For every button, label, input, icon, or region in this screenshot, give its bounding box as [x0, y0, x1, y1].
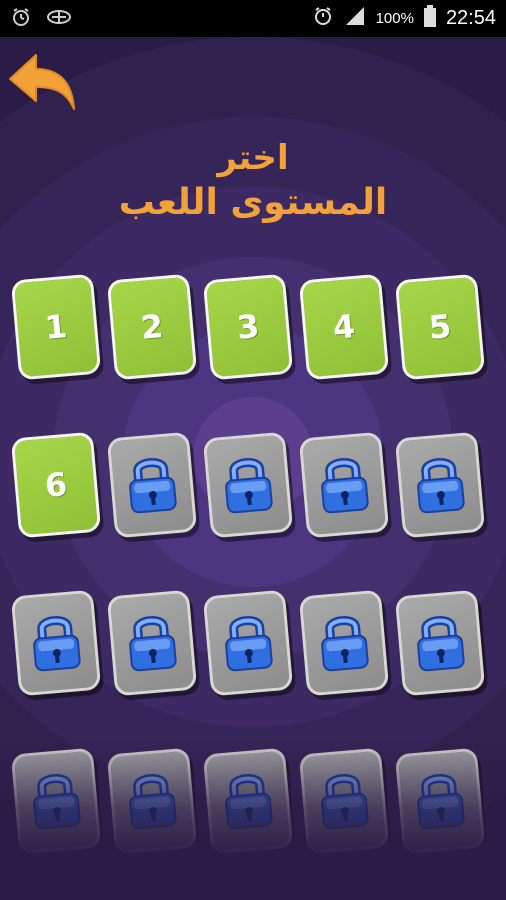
level-tile-6[interactable]: 6 [10, 431, 102, 539]
level-tile-5[interactable]: 5 [394, 273, 486, 381]
clock-time: 22:54 [445, 7, 496, 29]
level-tile-locked[interactable] [394, 589, 486, 697]
lock-icon [122, 608, 182, 678]
lock-icon [314, 608, 374, 678]
level-tile-locked[interactable] [10, 589, 102, 697]
lock-icon [26, 766, 86, 836]
lock-icon [218, 608, 278, 678]
lock-icon [410, 608, 470, 678]
level-tile-locked[interactable] [394, 431, 486, 539]
level-select-screen: اختر المستوى اللعب 1 2 3 4 5 6 [0, 37, 506, 900]
level-tile-locked[interactable] [202, 589, 294, 697]
back-button[interactable] [6, 45, 78, 117]
level-tile-locked[interactable] [106, 431, 198, 539]
lock-icon [122, 450, 182, 520]
airplane-icon [46, 6, 72, 32]
lock-icon [26, 608, 86, 678]
level-tile-locked[interactable] [106, 589, 198, 697]
status-bar: 100% 22:54 [0, 0, 506, 37]
lock-icon [314, 766, 374, 836]
alarm-clock-icon [10, 6, 32, 32]
status-left-icons [10, 6, 72, 32]
level-tile-4[interactable]: 4 [298, 273, 390, 381]
back-arrow-icon [9, 54, 75, 110]
level-tile-locked[interactable] [202, 431, 294, 539]
lock-icon [218, 450, 278, 520]
level-tile-2[interactable]: 2 [106, 273, 198, 381]
level-number: 3 [235, 307, 261, 347]
screen-title: اختر المستوى اللعب [0, 137, 506, 225]
status-right-icons: 100% 22:54 [312, 5, 496, 32]
level-number: 5 [427, 307, 453, 347]
lock-icon [410, 450, 470, 520]
level-tile-locked[interactable] [298, 431, 390, 539]
level-number: 6 [43, 465, 69, 505]
level-tile-3[interactable]: 3 [202, 273, 294, 381]
level-tile-1[interactable]: 1 [10, 273, 102, 381]
battery-icon [423, 5, 436, 32]
alarm-icon [312, 5, 334, 32]
title-line-1: اختر [217, 138, 289, 178]
level-number: 2 [139, 307, 165, 347]
level-tile-locked[interactable] [10, 747, 102, 855]
level-tile-locked[interactable] [394, 747, 486, 855]
signal-icon [344, 6, 366, 31]
lock-icon [122, 766, 182, 836]
level-grid: 1 2 3 4 5 6 [10, 273, 495, 855]
lock-icon [314, 450, 374, 520]
level-number: 4 [331, 307, 357, 347]
level-tile-locked[interactable] [298, 589, 390, 697]
lock-icon [410, 766, 470, 836]
title-line-2: المستوى اللعب [118, 181, 388, 223]
level-tile-locked[interactable] [298, 747, 390, 855]
level-tile-locked[interactable] [202, 747, 294, 855]
level-number: 1 [43, 307, 69, 347]
level-tile-locked[interactable] [106, 747, 198, 855]
battery-percent: 100% [375, 10, 414, 27]
lock-icon [218, 766, 278, 836]
